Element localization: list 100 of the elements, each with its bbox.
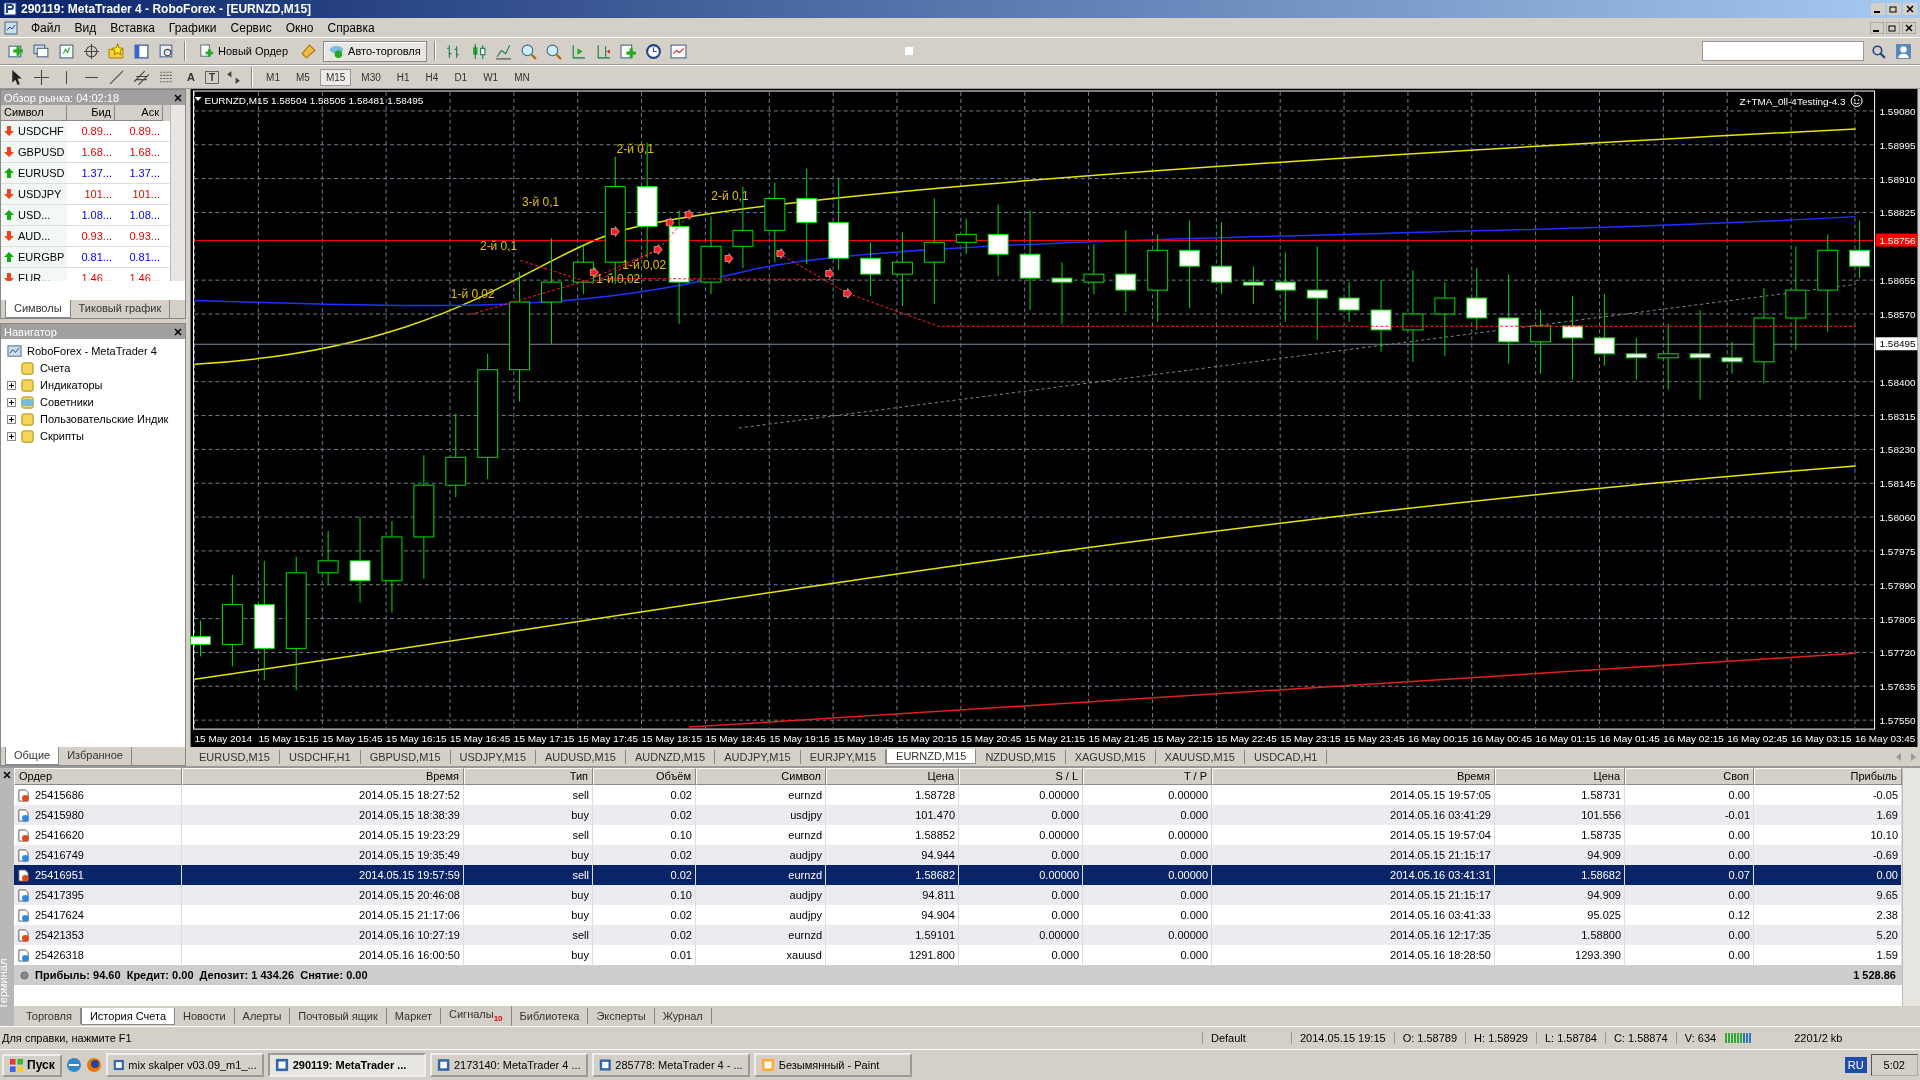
timeframe-button[interactable]: M1 [260, 68, 286, 86]
terminal-tab[interactable]: Почтовый ящик [290, 1008, 387, 1024]
chart-tab[interactable]: EURNZD,M15 [886, 749, 977, 765]
chart-tab[interactable]: USDCHF,H1 [279, 749, 361, 764]
timeframe-button[interactable]: W1 [477, 68, 505, 86]
language-indicator[interactable]: RU [1844, 1057, 1867, 1073]
timeframe-button[interactable]: M15 [319, 68, 352, 86]
column-header[interactable]: S / L [959, 768, 1083, 785]
column-header[interactable]: Время [182, 768, 464, 785]
start-button[interactable]: Пуск [2, 1053, 62, 1077]
chart-tab[interactable]: AUDUSD,M15 [536, 749, 626, 764]
symbol-cell[interactable]: AUD... [1, 226, 67, 246]
symbol-cell[interactable]: USDJPY [1, 184, 67, 204]
menu-item[interactable]: Вставка [103, 19, 162, 36]
close-icon[interactable] [174, 93, 182, 102]
minimize-icon[interactable] [1870, 21, 1884, 34]
panel-tab[interactable]: Символы [5, 300, 71, 318]
terminal-tab[interactable]: Новости [175, 1008, 235, 1024]
column-header[interactable]: Ордер [14, 768, 182, 785]
column-header[interactable]: Символ [696, 768, 826, 785]
taskbar-button[interactable]: mix skalper v03.09_m1_... [105, 1053, 264, 1077]
close-icon[interactable] [3, 771, 11, 779]
column-header[interactable]: Цена [826, 768, 959, 785]
browser-icon[interactable] [65, 1057, 82, 1073]
timeframe-button[interactable]: M5 [289, 68, 316, 86]
tree-item[interactable]: Счета [20, 360, 71, 376]
menu-item[interactable]: Окно [278, 19, 321, 36]
price-chart[interactable] [188, 89, 1920, 748]
column-header[interactable]: Аск [115, 105, 163, 121]
menu-item[interactable]: Справка [320, 19, 382, 36]
panel-tab[interactable]: Тиковый график [70, 300, 171, 318]
tree-item[interactable]: RoboForex - MetaTrader 4 [7, 343, 179, 359]
text-tool[interactable]: A [181, 71, 201, 83]
column-header[interactable]: Объём [593, 768, 696, 785]
restore-icon[interactable] [1886, 21, 1900, 34]
chart-tab[interactable]: AUDJPY,M15 [715, 749, 801, 764]
text-tool[interactable]: T [204, 70, 220, 84]
autotrading-button[interactable]: Авто-торговля [323, 40, 427, 62]
terminal-tab[interactable]: Сигналы$_{10}$ [441, 1006, 512, 1026]
chart-tab[interactable]: USDJPY,M15 [450, 749, 536, 764]
chart-tab[interactable]: EURUSD,M15 [190, 749, 280, 764]
terminal-tab[interactable]: Торговля [18, 1008, 81, 1024]
expand-icon[interactable] [7, 380, 16, 390]
taskbar-button[interactable]: 285778: MetaTrader 4 - ... [591, 1053, 750, 1077]
symbol-cell[interactable]: USDCHF [1, 121, 67, 141]
dropdown-icon[interactable] [194, 97, 202, 101]
column-header[interactable]: Цена [1495, 768, 1625, 785]
search-field[interactable] [1702, 41, 1864, 61]
timeframe-button[interactable]: M30 [355, 68, 387, 86]
scrollbar[interactable] [1902, 768, 1920, 1006]
terminal-tab[interactable]: Журнал [654, 1008, 712, 1024]
panel-tab[interactable]: Общие [5, 747, 60, 765]
column-header[interactable]: Тип [464, 768, 593, 785]
menu-item[interactable]: Вид [67, 19, 104, 36]
chart-tab[interactable]: GBPUSD,M15 [360, 749, 451, 764]
tree-item[interactable]: Пользовательские Индик [20, 411, 169, 427]
terminal-tab[interactable]: Библиотека [511, 1008, 589, 1024]
table-cell[interactable]: 25415980 [14, 805, 182, 825]
table-cell[interactable]: 25417395 [14, 885, 182, 905]
tree-item[interactable]: Советники [20, 394, 94, 410]
menu-item[interactable]: Файл [24, 19, 68, 36]
terminal-tab[interactable]: Алерты [234, 1008, 291, 1024]
timeframe-button[interactable]: H4 [419, 68, 445, 86]
chart-tab[interactable]: XAGUSD,M15 [1065, 749, 1156, 764]
scrollbar[interactable] [170, 105, 185, 281]
column-header[interactable]: Прибыль [1754, 768, 1902, 785]
star-folder-icon[interactable] [106, 40, 127, 62]
expand-icon[interactable] [7, 397, 16, 407]
close-icon[interactable] [174, 327, 182, 336]
chart-tab[interactable]: USDCAD,H1 [1244, 749, 1328, 764]
expand-icon[interactable] [7, 431, 16, 441]
panel-tab[interactable]: Избранное [59, 747, 132, 765]
symbol-cell[interactable]: EURUSD [1, 163, 67, 183]
tree-item[interactable]: Скрипты [20, 428, 84, 444]
column-header[interactable]: Своп [1625, 768, 1754, 785]
timeframe-button[interactable]: H1 [390, 68, 416, 86]
column-header[interactable]: Время [1212, 768, 1495, 785]
expand-icon[interactable] [7, 414, 16, 424]
taskbar-button[interactable]: Безымянный - Paint [753, 1053, 912, 1077]
tree-item[interactable]: Индикаторы [20, 377, 103, 393]
symbol-cell[interactable]: USD... [1, 205, 67, 225]
timeframe-button[interactable]: MN [508, 68, 536, 86]
menu-item[interactable]: Сервис [223, 19, 279, 36]
terminal-tab[interactable]: История Счета [80, 1007, 175, 1025]
symbol-cell[interactable]: GBPUSD [1, 142, 67, 162]
timeframe-button[interactable]: D1 [448, 68, 474, 86]
terminal-tab[interactable]: Эксперты [588, 1008, 655, 1024]
close-icon[interactable] [1902, 21, 1916, 34]
symbol-cell[interactable]: EURGBP [1, 247, 67, 267]
terminal-tab[interactable]: Маркет [386, 1008, 442, 1024]
minimize-icon[interactable] [1871, 3, 1885, 15]
restore-icon[interactable] [1887, 3, 1901, 15]
chart-tab[interactable]: AUDNZD,M15 [625, 749, 716, 764]
table-cell[interactable]: 25421353 [14, 925, 182, 945]
taskbar-button[interactable]: 2173140: MetaTrader 4 ... [429, 1053, 588, 1077]
close-icon[interactable] [1903, 3, 1917, 15]
chart-tab[interactable]: NZDUSD,M15 [976, 749, 1066, 764]
menu-item[interactable]: Графики [161, 19, 224, 36]
chart-tab[interactable]: XAUUSD,M15 [1155, 749, 1245, 764]
column-header[interactable]: T / P [1083, 768, 1212, 785]
